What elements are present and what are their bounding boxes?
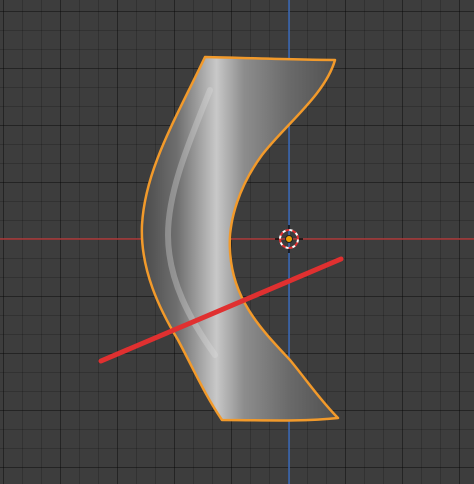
3d-viewport[interactable] [0,0,474,484]
viewport-overlay [0,0,474,484]
origin-dot-icon [285,235,293,243]
